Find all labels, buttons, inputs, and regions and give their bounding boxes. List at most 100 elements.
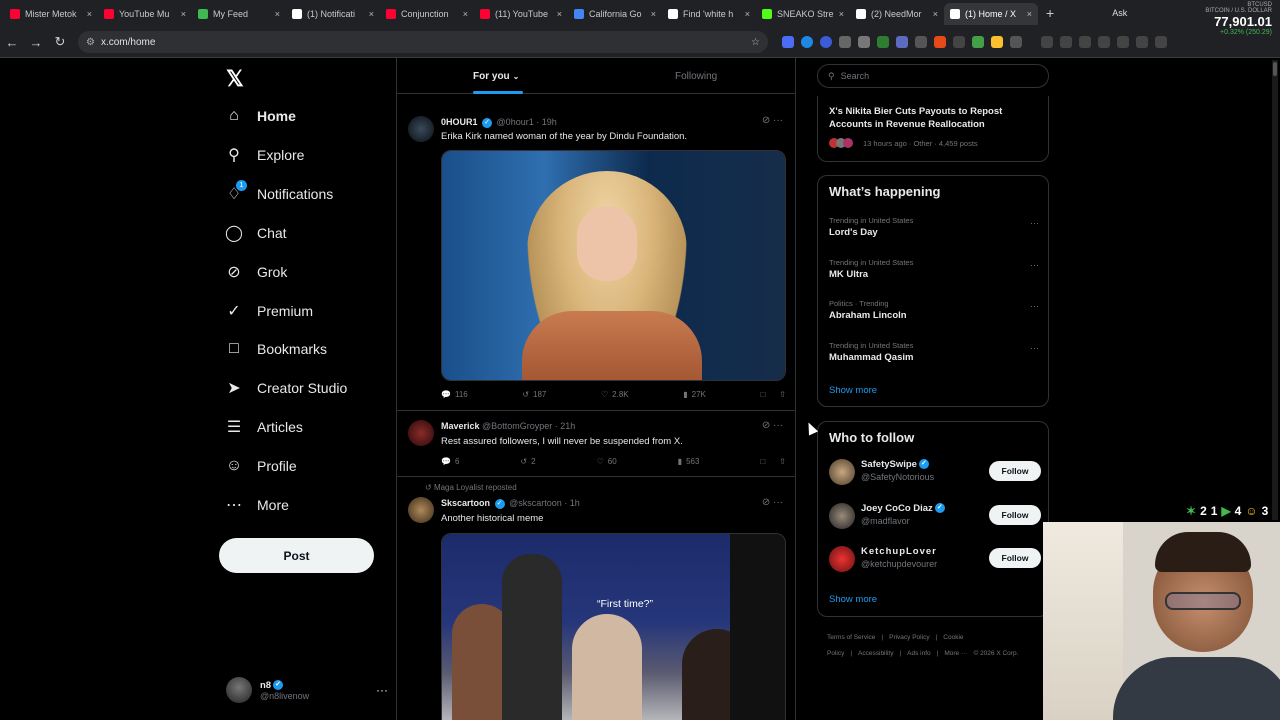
follow-button[interactable]: Follow — [989, 461, 1041, 481]
nav-item-chat[interactable]: ◯ Chat — [218, 218, 287, 248]
tweet-author-name[interactable]: Skscartoon — [441, 498, 490, 508]
back-icon[interactable]: ← — [0, 35, 24, 50]
footer-link[interactable]: Ads info — [907, 650, 931, 657]
more-icon[interactable]: ··· — [773, 497, 783, 508]
avatar[interactable] — [829, 459, 855, 485]
new-tab-button[interactable]: + — [1038, 3, 1062, 25]
tweet[interactable]: 0HOUR1 ✓ @0hour1 · 19h ⊘ ··· Erika Kirk … — [397, 108, 795, 411]
trend-more-icon[interactable]: ··· — [1030, 218, 1039, 228]
trend-more-icon[interactable]: ··· — [1030, 260, 1039, 270]
extension-icon[interactable] — [858, 36, 870, 48]
forward-icon[interactable]: → — [24, 35, 48, 50]
trend-item[interactable]: Trending in United States Muhammad Qasim… — [829, 341, 1039, 363]
extension-icon[interactable] — [991, 36, 1003, 48]
grok-icon[interactable]: ⊘ — [762, 497, 770, 508]
history-icon[interactable] — [1041, 36, 1053, 48]
tweet-time[interactable]: · 19h — [536, 117, 557, 127]
profile-icon[interactable] — [1155, 36, 1167, 48]
nav-item-more[interactable]: ⋯ More — [218, 490, 289, 520]
trend-item[interactable]: Trending in United States MK Ultra ··· — [829, 258, 1039, 280]
tweet-author-handle[interactable]: @BottomGroyper — [482, 421, 552, 431]
x-logo-icon[interactable]: 𝕏 — [226, 66, 244, 92]
ask-button[interactable]: Ask — [1112, 3, 1127, 25]
repost-note-text[interactable]: Maga Loyalist reposted — [434, 483, 517, 492]
nav-item-notifications[interactable]: ♢ 1 Notifications — [218, 179, 333, 209]
close-icon[interactable]: × — [651, 9, 656, 19]
nav-item-explore[interactable]: ⚲ Explore — [218, 140, 304, 170]
avatar[interactable] — [829, 546, 855, 572]
account-switcher[interactable]: n8 ✓ @n8livenow ··· — [226, 675, 388, 705]
share-icon[interactable]: ⇧ — [779, 457, 786, 466]
extension-icon[interactable] — [839, 36, 851, 48]
tweet-time[interactable]: · 1h — [564, 498, 580, 508]
close-icon[interactable]: × — [933, 9, 938, 19]
close-icon[interactable]: × — [1027, 9, 1032, 19]
avatar[interactable] — [408, 420, 434, 446]
browser-tab[interactable]: YouTube Mu × — [98, 3, 192, 25]
nav-item-profile[interactable]: ☺ Profile — [218, 451, 297, 481]
scrollbar-thumb[interactable] — [1273, 62, 1277, 76]
nav-item-grok[interactable]: ⊘ Grok — [218, 257, 287, 287]
reload-icon[interactable]: ↻ — [48, 34, 72, 50]
grok-icon[interactable]: ⊘ — [762, 115, 770, 126]
browser-tab[interactable]: (11) YouTube × — [474, 3, 568, 25]
tweet[interactable]: ↺ Maga Loyalist reposted Skscartoon ✓ @s… — [397, 477, 795, 720]
views-button[interactable]: ▮ 27K — [683, 390, 706, 399]
tweet-author-name[interactable]: Maverick — [441, 421, 480, 431]
extension-icon[interactable] — [1060, 36, 1072, 48]
footer-link[interactable]: More ··· — [944, 650, 967, 657]
browser-tab[interactable]: (1) Notificati × — [286, 3, 380, 25]
more-icon[interactable]: ··· — [773, 420, 783, 431]
close-icon[interactable]: × — [557, 9, 562, 19]
follow-suggestion[interactable]: KetchupLover @ketchupdevourer Follow — [829, 544, 1041, 576]
tweet-media-image[interactable] — [441, 150, 786, 381]
extension-icon[interactable] — [1098, 36, 1110, 48]
footer-link[interactable]: © 2026 X Corp. — [973, 650, 1018, 657]
close-icon[interactable]: × — [839, 9, 844, 19]
extension-icon[interactable] — [953, 36, 965, 48]
extension-icon[interactable] — [820, 36, 832, 48]
close-icon[interactable]: × — [463, 9, 468, 19]
puzzle-icon[interactable] — [1010, 36, 1022, 48]
devtools-icon[interactable] — [1079, 36, 1091, 48]
footer-link[interactable]: Terms of Service — [827, 634, 875, 641]
extension-icon[interactable] — [877, 36, 889, 48]
avatar[interactable] — [829, 503, 855, 529]
grok-icon[interactable]: ⊘ — [762, 420, 770, 431]
browser-tab[interactable]: (1) Home / X × — [944, 3, 1038, 25]
repost-button[interactable]: ↺ 187 — [522, 390, 546, 399]
extension-icon[interactable] — [915, 36, 927, 48]
nav-item-home[interactable]: ⌂ Home — [218, 101, 296, 131]
tab-for-you[interactable]: For you ⌄ — [473, 58, 519, 94]
trend-more-icon[interactable]: ··· — [1030, 343, 1039, 353]
extension-icon[interactable] — [896, 36, 908, 48]
extension-icon[interactable] — [801, 36, 813, 48]
browser-tab[interactable]: Find 'white h × — [662, 3, 756, 25]
follow-button[interactable]: Follow — [989, 505, 1041, 525]
avatar[interactable] — [408, 497, 434, 523]
tweet-author-handle[interactable]: @0hour1 — [497, 117, 534, 127]
browser-tab[interactable]: Conjunction × — [380, 3, 474, 25]
browser-tab[interactable]: (2) NeedMor × — [850, 3, 944, 25]
trend-item[interactable]: Politics · Trending Abraham Lincoln ··· — [829, 299, 1039, 321]
browser-tab[interactable]: California Go × — [568, 3, 662, 25]
tab-following[interactable]: Following — [675, 58, 717, 94]
nav-item-creator-studio[interactable]: ➤ Creator Studio — [218, 373, 347, 403]
footer-link[interactable]: Privacy Policy — [889, 634, 929, 641]
extension-icon[interactable] — [1117, 36, 1129, 48]
page-scrollbar[interactable] — [1272, 60, 1278, 520]
close-icon[interactable]: × — [181, 9, 186, 19]
browser-tab[interactable]: SNEAKO Stre × — [756, 3, 850, 25]
site-info-icon[interactable]: ⚙ — [86, 37, 95, 48]
follow-suggestion[interactable]: SafetySwipe ✓ @SafetyNotorious Follow — [829, 457, 1041, 489]
footer-link[interactable]: Accessibility — [858, 650, 893, 657]
nav-item-articles[interactable]: ☰ Articles — [218, 412, 303, 442]
browser-tab[interactable]: Mister Metok × — [4, 3, 98, 25]
trends-show-more-link[interactable]: Show more — [829, 385, 877, 396]
close-icon[interactable]: × — [369, 9, 374, 19]
tweet[interactable]: Maverick @BottomGroyper · 21h ⊘ ··· Rest… — [397, 411, 795, 477]
close-icon[interactable]: × — [745, 9, 750, 19]
repost-button[interactable]: ↺ 2 — [520, 457, 535, 466]
close-icon[interactable]: × — [87, 9, 92, 19]
post-button[interactable]: Post — [219, 538, 374, 573]
